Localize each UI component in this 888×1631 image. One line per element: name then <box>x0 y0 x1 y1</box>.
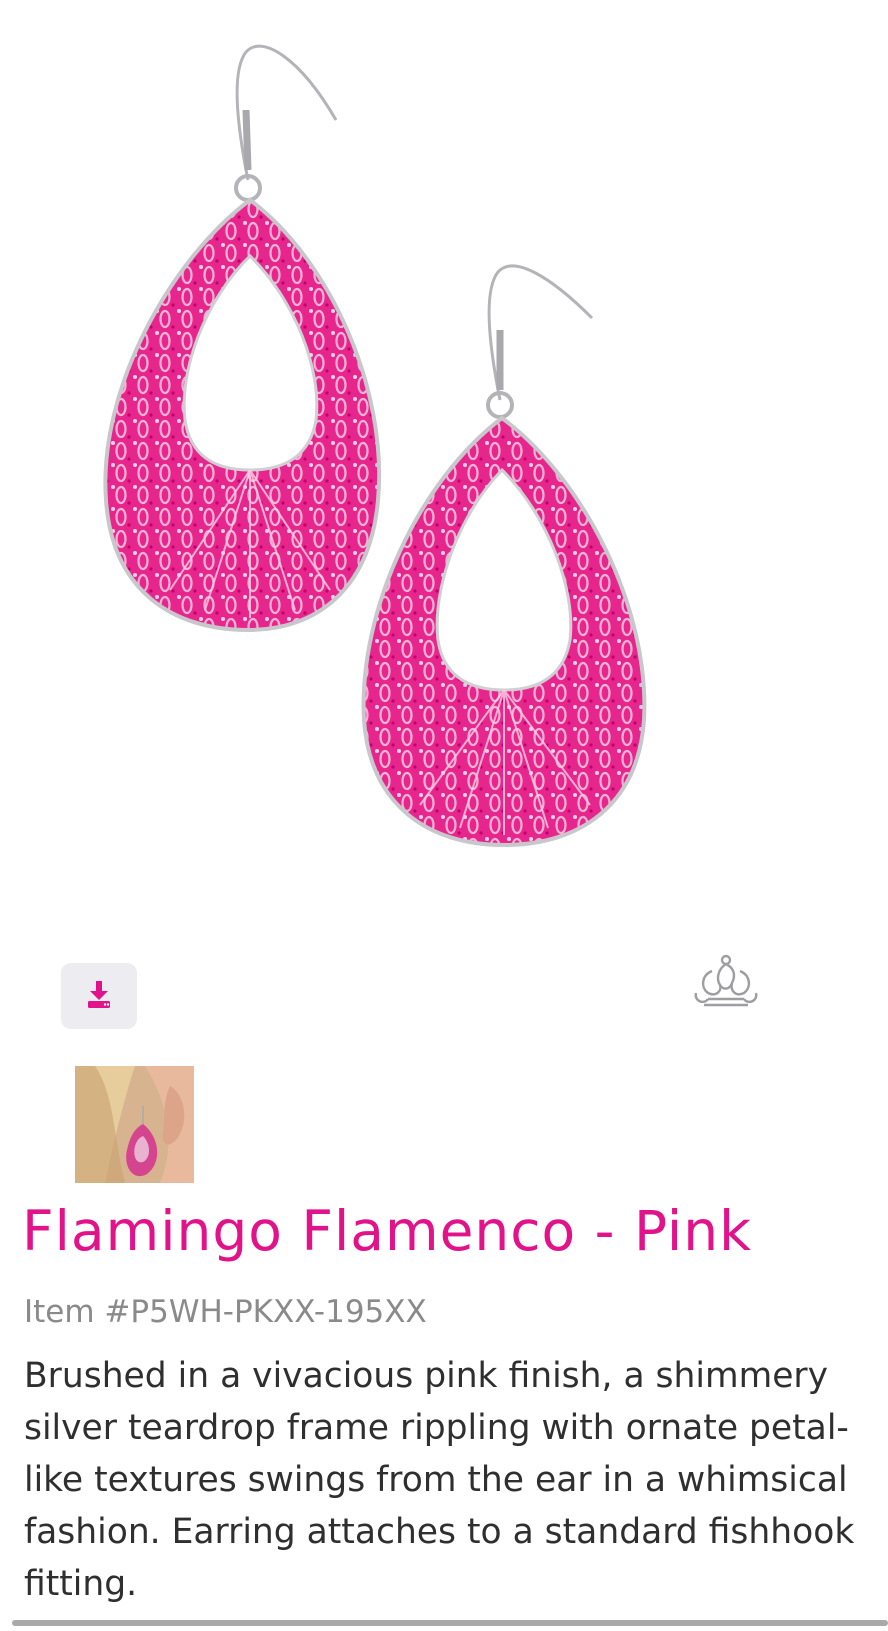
download-icon <box>82 977 116 1015</box>
crown-icon[interactable] <box>690 953 762 1009</box>
product-image <box>0 0 888 900</box>
download-button[interactable] <box>61 963 137 1029</box>
product-title: Flamingo Flamenco - Pink <box>22 1199 752 1263</box>
scroll-indicator <box>12 1620 888 1626</box>
item-number: Item #P5WH-PKXX-195XX <box>24 1294 427 1330</box>
product-thumbnail[interactable] <box>75 1066 194 1183</box>
product-description: Brushed in a vivacious pink finish, a sh… <box>24 1356 855 1604</box>
